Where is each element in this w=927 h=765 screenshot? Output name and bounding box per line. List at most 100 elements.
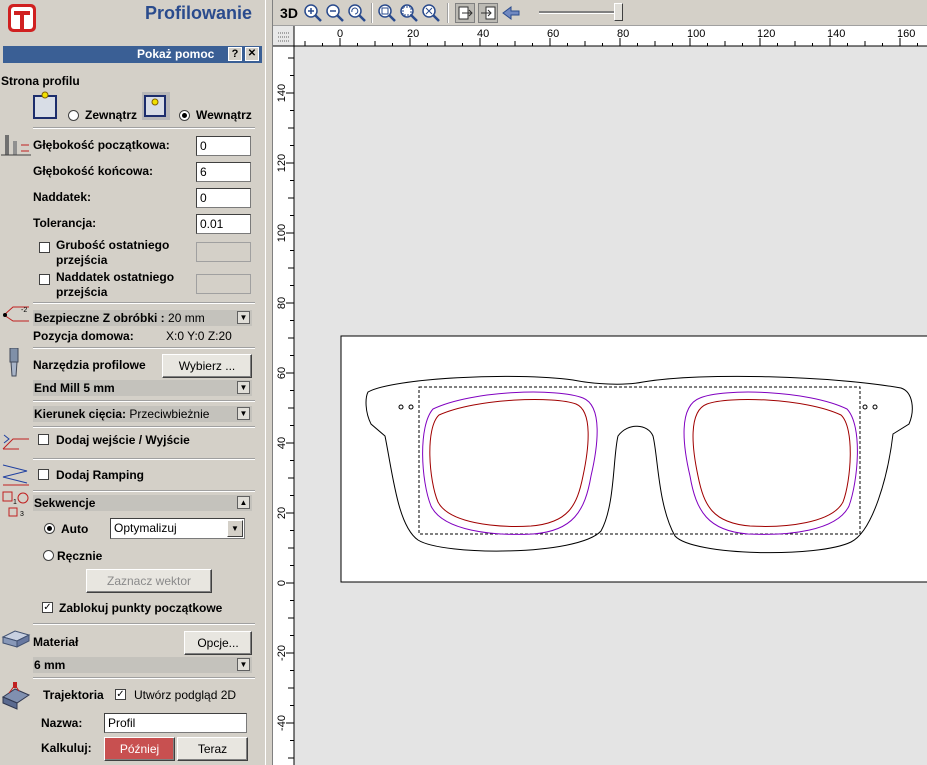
ramping-checkbox[interactable] [38, 469, 49, 480]
help-bar-label: Pokaż pomoc [137, 47, 215, 61]
help-question-button[interactable]: ? [228, 47, 242, 61]
toolpath-icon [1, 682, 31, 710]
safe-z-label: Bezpieczne Z obróbki : [34, 311, 165, 325]
drawing-workspace[interactable]: 0 20 40 60 80 100 120 140 160 140 120 100 80 60 40 20 0… [273, 26, 927, 765]
chevron-down-icon[interactable]: ▼ [237, 407, 250, 420]
leads-checkbox[interactable] [38, 434, 49, 445]
auto-radio[interactable] [44, 523, 55, 534]
y-ruler-label: 100 [276, 224, 288, 242]
inside-radio[interactable] [179, 110, 190, 121]
help-close-button[interactable]: ✕ [245, 47, 259, 61]
ramping-icon [2, 464, 29, 486]
last-pass-thickness-label: Grubość ostatniego przejścia [56, 238, 169, 268]
depth-icon [1, 135, 31, 156]
calculate-later-button[interactable]: Później [104, 737, 175, 761]
lead-in-out-icon [2, 434, 29, 450]
ramping-label: Dodaj Ramping [56, 468, 145, 482]
zoom-previous-icon[interactable] [347, 3, 367, 23]
separator [33, 458, 255, 460]
end-depth-label: Głębokość końcowa: [33, 164, 154, 178]
last-pass-thickness-checkbox[interactable] [39, 242, 50, 253]
zoom-out-icon[interactable] [325, 3, 345, 23]
preview-2d-label: Utwórz podgląd 2D [134, 688, 237, 702]
leads-label: Dodaj wejście / Wyjście [56, 433, 190, 447]
drawing-canvas[interactable]: 0 20 40 60 80 100 120 140 160 140 120 100 80 60 40 20 0… [273, 26, 927, 765]
chevron-up-icon[interactable]: ▲ [237, 496, 250, 509]
end-mill-icon [9, 348, 19, 377]
chevron-down-icon[interactable]: ▼ [237, 658, 250, 671]
material-label: Materiał [33, 635, 79, 649]
snap-left-icon[interactable] [455, 3, 475, 23]
calculate-now-button[interactable]: Teraz [177, 737, 248, 761]
panel-splitter[interactable] [265, 0, 273, 765]
material-icon [1, 630, 31, 648]
chevron-down-icon[interactable]: ▼ [227, 520, 243, 537]
allowance-label: Naddatek: [33, 190, 92, 204]
outside-profile-icon[interactable] [31, 91, 61, 121]
auto-method-select[interactable]: Optymalizuj ▼ [110, 518, 245, 539]
svg-text:3: 3 [20, 511, 24, 518]
svg-text:1: 1 [13, 499, 17, 506]
material-sheet [340, 335, 927, 583]
inside-profile-icon[interactable] [141, 91, 171, 121]
sequence-label: Sekwencje [34, 496, 96, 510]
sequence-header[interactable]: Sekwencje ▲ [33, 495, 252, 511]
chevron-down-icon[interactable]: ▼ [237, 381, 250, 394]
home-position-value: X:0 Y:0 Z:20 [166, 329, 232, 343]
profile-tools-label: Narzędzia profilowe [33, 358, 146, 372]
slider-handle[interactable] [614, 3, 623, 21]
slider-track[interactable] [539, 11, 623, 14]
back-arrow-icon[interactable] [501, 3, 521, 23]
zoom-selection-icon[interactable] [421, 3, 441, 23]
cut-direction-label: Kierunek cięcia: [34, 407, 127, 421]
last-pass-thickness-line1: Grubość ostatniego [56, 238, 170, 252]
help-bar[interactable]: Pokaż pomoc ? ✕ [3, 46, 262, 63]
lock-start-points-checkbox[interactable]: ✓ [42, 602, 53, 613]
select-vector-button[interactable]: Zaznacz wektor [86, 569, 212, 593]
x-ruler-label: 160 [897, 28, 915, 40]
zoom-all-icon[interactable] [377, 3, 397, 23]
separator [33, 426, 255, 428]
toolpath-name-input[interactable]: Profil [104, 713, 247, 733]
tool-combo[interactable]: End Mill 5 mm ▼ [33, 380, 252, 396]
tool-name: End Mill 5 mm [34, 381, 115, 395]
start-depth-input[interactable]: 0 [196, 136, 251, 156]
preview-2d-checkbox[interactable]: ✓ [115, 689, 126, 700]
allowance-input[interactable]: 0 [196, 188, 251, 208]
tolerance-input[interactable]: 0.01 [196, 214, 251, 234]
sequence-icon: 1 3 [2, 491, 29, 518]
last-pass-allowance-line1: Naddatek ostatniego [56, 270, 175, 284]
snap-right-icon[interactable] [478, 3, 498, 23]
manual-radio[interactable] [43, 550, 54, 561]
start-depth-label: Głębokość początkowa: [33, 138, 170, 152]
x-ruler-label: 40 [477, 28, 489, 40]
select-tool-button[interactable]: Wybierz ... [162, 354, 252, 378]
last-pass-allowance-checkbox[interactable] [39, 274, 50, 285]
separator [33, 400, 255, 402]
x-ruler-label: 140 [827, 28, 845, 40]
chevron-down-icon[interactable]: ▼ [237, 311, 250, 324]
y-ruler-label: 80 [276, 297, 288, 309]
end-depth-input[interactable]: 6 [196, 162, 251, 182]
material-combo[interactable]: 6 mm ▼ [33, 657, 252, 673]
safe-z-combo[interactable]: Bezpieczne Z obróbki : 20 mm ▼ [33, 310, 252, 326]
calculate-label: Kalkuluj: [41, 741, 92, 755]
last-pass-allowance-input [196, 274, 251, 294]
material-options-button[interactable]: Opcje... [184, 631, 252, 655]
zoom-in-icon[interactable] [303, 3, 323, 23]
y-ruler-label: 20 [276, 507, 288, 519]
toolpath-name-label: Nazwa: [41, 716, 83, 730]
y-ruler-label: 60 [276, 367, 288, 379]
profile-side-label: Strona profilu [1, 74, 80, 88]
zoom-box-icon[interactable] [399, 3, 419, 23]
view-3d-button[interactable]: 3D [277, 3, 301, 23]
last-pass-allowance-line2: przejścia [56, 285, 108, 299]
separator [33, 677, 255, 679]
x-ruler-label: 100 [687, 28, 705, 40]
last-pass-thickness-line2: przejścia [56, 253, 108, 267]
x-ruler-label: 20 [407, 28, 419, 40]
y-ruler-label: 0 [276, 580, 288, 586]
outside-radio[interactable] [68, 110, 79, 121]
y-ruler-label: 120 [276, 154, 288, 172]
cut-direction-combo[interactable]: Kierunek cięcia: Przeciwbieżnie ▼ [33, 406, 252, 422]
